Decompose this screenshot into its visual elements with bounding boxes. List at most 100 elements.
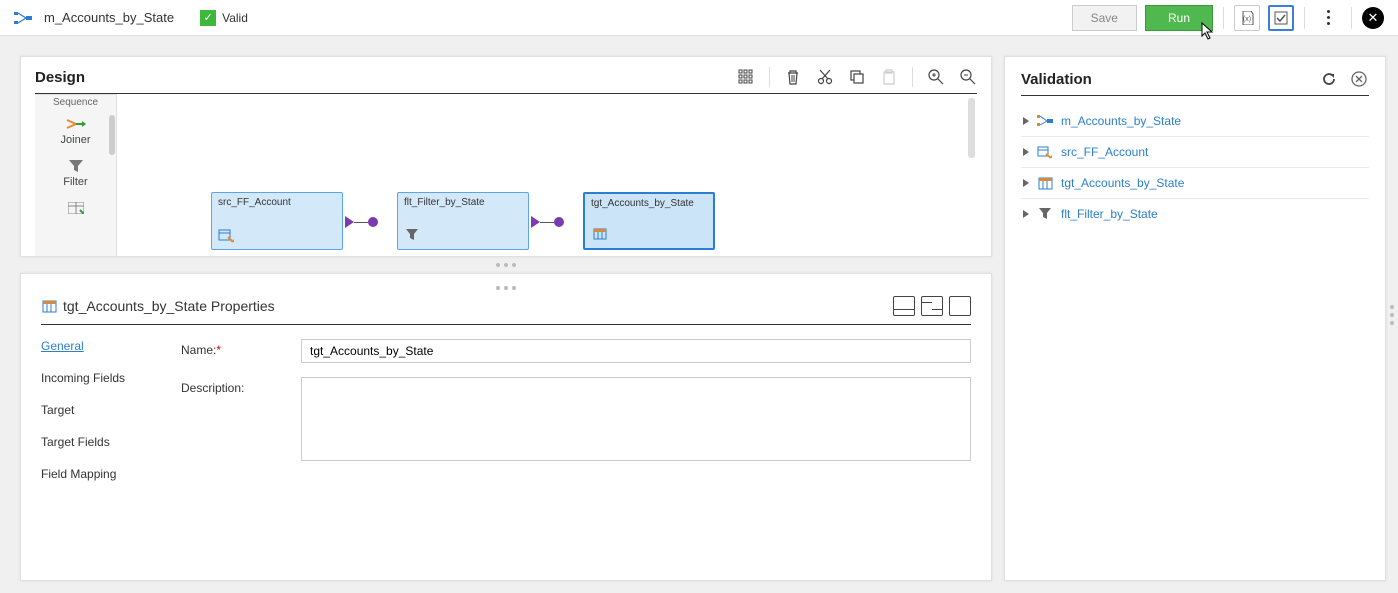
design-body: Sequence Joiner Filter [35, 94, 977, 256]
palette-item-filter[interactable]: Filter [35, 152, 116, 194]
right-column: Validation m_Accounts_by_State [1004, 56, 1386, 581]
connector[interactable] [345, 216, 378, 228]
validation-panel: Validation m_Accounts_by_State [1004, 56, 1386, 581]
validation-actions [1319, 69, 1369, 89]
validation-item[interactable]: m_Accounts_by_State [1021, 106, 1369, 137]
layout-full-button[interactable] [949, 296, 971, 316]
separator [1351, 7, 1352, 29]
main-area: Design [0, 36, 1398, 593]
form-row-name: Name:* [181, 339, 971, 363]
validation-link[interactable]: flt_Filter_by_State [1061, 207, 1158, 221]
validation-item[interactable]: flt_Filter_by_State [1021, 199, 1369, 229]
source-icon [1037, 144, 1053, 160]
check-icon: ✓ [200, 10, 216, 26]
vertical-resize-handle[interactable] [1390, 305, 1394, 325]
palette-item-joiner[interactable]: Joiner [35, 110, 116, 152]
run-button[interactable]: Run [1145, 5, 1213, 31]
code-view-button[interactable]: (x) [1234, 5, 1260, 31]
refresh-button[interactable] [1319, 69, 1339, 89]
palette-item-label: Filter [63, 176, 87, 188]
table-icon [66, 200, 86, 216]
tab-general[interactable]: General [41, 339, 151, 353]
name-label: Name:* [181, 339, 301, 363]
layout-split-button[interactable] [921, 296, 943, 316]
palette-item-extra[interactable] [35, 194, 116, 222]
filter-icon [1037, 206, 1053, 222]
validate-button[interactable] [1268, 5, 1294, 31]
app-header: m_Accounts_by_State ✓ Valid Save Run (x)… [0, 0, 1398, 36]
mapping-icon [14, 9, 32, 27]
validation-link[interactable]: src_FF_Account [1061, 145, 1148, 159]
properties-header: tgt_Accounts_by_State Properties [41, 292, 971, 325]
separator [1223, 7, 1224, 29]
transformation-palette[interactable]: Sequence Joiner Filter [35, 94, 117, 256]
properties-tabs: General Incoming Fields Target Target Fi… [41, 339, 151, 481]
chevron-right-icon [1023, 117, 1029, 125]
grid-icon[interactable] [737, 68, 755, 86]
valid-badge: ✓ Valid [200, 10, 248, 26]
more-menu-button[interactable] [1315, 10, 1341, 25]
node-source[interactable]: src_FF_Account [211, 192, 343, 250]
target-icon [41, 299, 57, 313]
target-icon [1037, 175, 1053, 191]
valid-label: Valid [222, 11, 248, 25]
paste-icon [880, 68, 898, 86]
tab-target-fields[interactable]: Target Fields [41, 435, 151, 449]
left-column: Design [20, 56, 992, 581]
filter-icon [404, 227, 420, 243]
zoom-in-icon[interactable] [927, 68, 945, 86]
tab-incoming-fields[interactable]: Incoming Fields [41, 371, 151, 385]
tab-target[interactable]: Target [41, 403, 151, 417]
description-label: Description: [181, 377, 301, 461]
copy-icon[interactable] [848, 68, 866, 86]
run-button-label: Run [1168, 11, 1190, 25]
design-toolbar [737, 67, 977, 87]
trash-icon[interactable] [784, 68, 802, 86]
horizontal-resize-handle[interactable] [20, 261, 992, 269]
close-button[interactable]: ✕ [1362, 7, 1384, 29]
node-label: flt_Filter_by_State [404, 197, 485, 208]
design-canvas[interactable]: src_FF_Account flt_Filter_by_State [117, 94, 977, 256]
node-filter[interactable]: flt_Filter_by_State [397, 192, 529, 250]
validation-item[interactable]: tgt_Accounts_by_State [1021, 168, 1369, 199]
node-label: tgt_Accounts_by_State [591, 198, 694, 209]
node-label: src_FF_Account [218, 197, 291, 208]
properties-form: Name:* Description: [181, 339, 971, 481]
validation-link[interactable]: m_Accounts_by_State [1061, 114, 1181, 128]
palette-item-label: Joiner [61, 134, 91, 146]
validation-title: Validation [1021, 71, 1092, 88]
separator [912, 67, 913, 87]
palette-scrollbar[interactable] [109, 115, 115, 155]
description-textarea[interactable] [301, 377, 971, 461]
joiner-icon [66, 116, 86, 132]
separator [769, 67, 770, 87]
layout-bottom-button[interactable] [893, 296, 915, 316]
tab-field-mapping[interactable]: Field Mapping [41, 467, 151, 481]
header-left: m_Accounts_by_State ✓ Valid [14, 9, 248, 27]
chevron-right-icon [1023, 148, 1029, 156]
palette-heading: Sequence [35, 95, 116, 110]
separator [1304, 7, 1305, 29]
name-input[interactable] [301, 339, 971, 363]
canvas-scrollbar[interactable] [968, 98, 975, 158]
close-panel-button[interactable] [1349, 69, 1369, 89]
properties-body: General Incoming Fields Target Target Fi… [41, 325, 971, 481]
properties-title: tgt_Accounts_by_State Properties [41, 298, 275, 314]
validation-link[interactable]: tgt_Accounts_by_State [1061, 176, 1184, 190]
validation-header: Validation [1021, 69, 1369, 96]
mapping-icon [1037, 113, 1053, 129]
document-title: m_Accounts_by_State [44, 10, 174, 25]
save-button[interactable]: Save [1072, 5, 1137, 31]
filter-icon [66, 158, 86, 174]
svg-text:(x): (x) [1243, 16, 1251, 23]
header-right: Save Run (x) ✕ [1072, 5, 1384, 31]
design-title: Design [35, 69, 85, 86]
design-header: Design [35, 67, 977, 94]
connector[interactable] [531, 216, 564, 228]
validation-item[interactable]: src_FF_Account [1021, 137, 1369, 168]
cut-icon[interactable] [816, 68, 834, 86]
node-target[interactable]: tgt_Accounts_by_State [583, 192, 715, 250]
chevron-right-icon [1023, 210, 1029, 218]
zoom-out-icon[interactable] [959, 68, 977, 86]
design-panel: Design [20, 56, 992, 257]
